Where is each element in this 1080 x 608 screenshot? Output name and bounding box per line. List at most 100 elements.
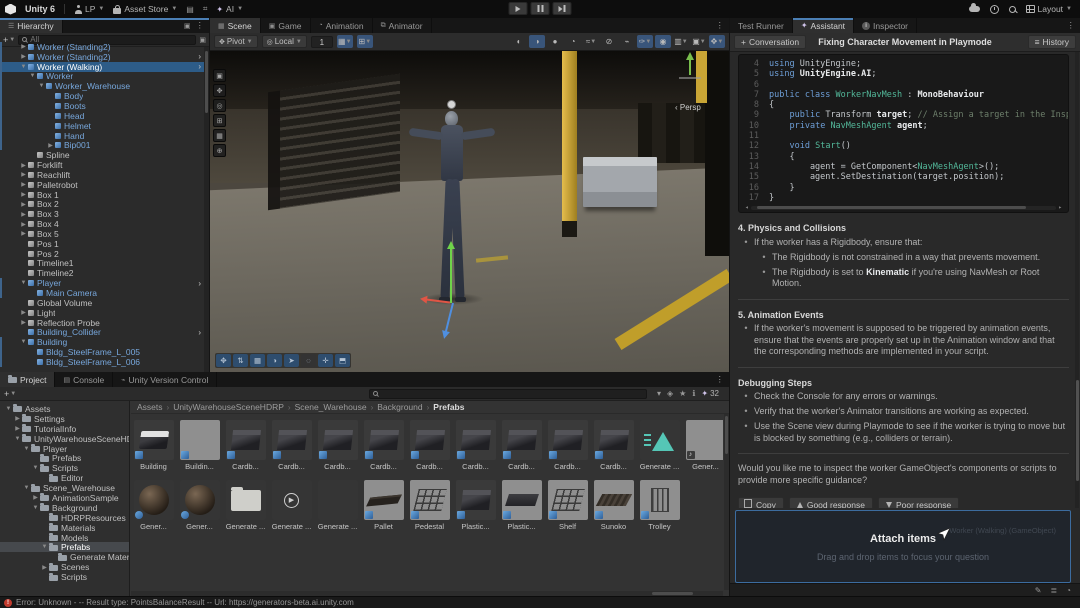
layout-menu[interactable]: Layout ▼ — [1026, 4, 1072, 14]
panel-menu-icon[interactable]: ⋮ — [1067, 20, 1076, 31]
gizmo-overlay-button[interactable]: ✛ — [318, 354, 333, 367]
hierarchy-item-global-volume[interactable]: Global Volume — [0, 298, 204, 308]
hierarchy-item-box-4[interactable]: ▶Box 4 — [0, 219, 204, 229]
hierarchy-item-timeline1[interactable]: Timeline1 — [0, 259, 204, 269]
expand-arrow[interactable]: ▶ — [19, 191, 28, 198]
tab-assistant[interactable]: ✦ Assistant — [793, 18, 854, 33]
asset-generate[interactable]: Generate ... — [637, 420, 682, 471]
hierarchy-item-spline[interactable]: Spline — [0, 150, 204, 160]
orientation-gizmo[interactable]: ‹ Persp — [675, 57, 715, 115]
move-tool-button[interactable]: ✥ — [213, 84, 226, 97]
project-searchbox[interactable] — [369, 389, 647, 399]
hierarchy-item-bldg-steelframe-l-005[interactable]: Bldg_SteelFrame_L_005 — [0, 347, 204, 357]
folder-player[interactable]: ▼Player — [0, 444, 129, 454]
expand-arrow[interactable]: ▶ — [19, 201, 28, 208]
refresh-icon[interactable]: ◔ — [1066, 586, 1071, 595]
tab-unity-version-control[interactable]: ⌁ Unity Version Control — [113, 372, 217, 387]
panel-menu-icon[interactable]: ⋮ — [716, 20, 725, 31]
hierarchy-item-worker-standing2[interactable]: ▶Worker (Standing2) — [0, 42, 204, 52]
brush-dropdown[interactable]: ✑▼ — [637, 35, 653, 48]
visibility-toggle[interactable]: ◉ — [655, 35, 671, 48]
filter-by-label-icon[interactable]: ◈ — [667, 389, 673, 398]
panel-menu-icon[interactable]: ⋮ — [196, 20, 205, 31]
hierarchy-item-bip001[interactable]: ▶Bip001 — [0, 140, 204, 150]
expand-arrow[interactable]: ▼ — [31, 465, 40, 471]
project-search-input[interactable] — [381, 389, 643, 398]
expand-arrow[interactable]: ▼ — [31, 505, 40, 511]
tab-animation[interactable]: ◔ Animation — [311, 18, 373, 33]
camera-dropdown[interactable]: ▣▼ — [691, 35, 707, 48]
scale-tool-button[interactable]: ⊞ — [213, 114, 226, 127]
asset-cardb[interactable]: Cardb... — [269, 420, 314, 471]
hierarchy-item-reachlift[interactable]: ▶Reachlift — [0, 170, 204, 180]
scrollbar-thumb[interactable] — [205, 51, 208, 113]
asset-cardb[interactable]: Cardb... — [361, 420, 406, 471]
expand-arrow[interactable]: ▼ — [22, 485, 31, 491]
code-hscrollbar[interactable]: ◂▸ — [745, 205, 1062, 210]
fog-dropdown[interactable]: ≈▼ — [583, 35, 599, 48]
expand-arrow[interactable]: ▶ — [19, 171, 28, 178]
asset-building[interactable]: Building — [131, 420, 176, 471]
expand-arrow[interactable]: ▶ — [19, 230, 28, 237]
grid-visibility-dropdown[interactable]: ▥▼ — [673, 35, 689, 48]
folder-background[interactable]: ▼Background — [0, 503, 129, 513]
grid-overlay-button[interactable]: ▦ — [250, 354, 265, 367]
scroll-left-arrow[interactable]: ◂ — [745, 203, 749, 213]
folder-models[interactable]: Models — [0, 533, 129, 543]
folder-scripts[interactable]: Scripts — [0, 572, 129, 582]
expand-arrow[interactable]: ▼ — [19, 280, 28, 286]
hierarchy-item-forklift[interactable]: ▶Forklift — [0, 160, 204, 170]
folder-materials[interactable]: Materials — [0, 523, 129, 533]
hierarchy-item-timeline2[interactable]: Timeline2 — [0, 268, 204, 278]
grid-snap-value[interactable]: 1 — [311, 36, 333, 48]
asset-generate[interactable]: ▶Generate ... — [269, 480, 314, 531]
hierarchy-item-box-1[interactable]: ▶Box 1 — [0, 190, 204, 200]
favorites-icon[interactable]: ★ — [679, 389, 686, 398]
hidden-info-icon[interactable]: ℹ — [692, 389, 695, 398]
poor-response-button[interactable]: Poor response — [878, 497, 959, 508]
unity-logo-icon[interactable] — [5, 4, 16, 15]
expand-arrow[interactable]: ▶ — [13, 415, 22, 422]
hierarchy-item-pos-1[interactable]: Pos 1 — [0, 239, 204, 249]
scroll-track[interactable] — [751, 206, 1057, 210]
status-bar[interactable]: ! Error: Unknown - -- Result type: Point… — [0, 596, 1080, 608]
worker-character[interactable] — [422, 100, 482, 315]
expand-arrow[interactable]: ▼ — [13, 436, 22, 442]
expand-arrow[interactable]: ▼ — [40, 544, 49, 550]
folder-animationsample[interactable]: ▶AnimationSample — [0, 493, 129, 503]
cloud-icon[interactable] — [969, 6, 980, 12]
scene-viewport[interactable]: ▣ ✥ ◎ ⊞ ▦ ⊕ ✥ ⇅ ▦ ◑ ➤ ◌ ✛ ⬒ ‹ Persp — [210, 51, 729, 372]
hierarchy-item-worker[interactable]: ▼Worker — [0, 72, 204, 82]
expand-arrow[interactable]: ▼ — [37, 83, 46, 89]
scrollbar-thumb[interactable] — [1076, 380, 1079, 480]
folder-scripts[interactable]: ▼Scripts — [0, 463, 129, 473]
asset-gener[interactable]: ♪Gener... — [683, 420, 723, 471]
view-tool-button[interactable]: ▣ — [213, 69, 226, 82]
asset-cardb[interactable]: Cardb... — [545, 420, 590, 471]
hierarchy-item-building[interactable]: ▼Building — [0, 337, 204, 347]
asset-plastic[interactable]: Plastic... — [499, 480, 544, 531]
translate-gizmo-y-axis[interactable] — [450, 248, 452, 303]
expand-arrow[interactable]: ▶ — [46, 142, 55, 149]
folder-scene-warehouse[interactable]: ▼Scene_Warehouse — [0, 483, 129, 493]
gizmos-dropdown[interactable]: ✥▼ — [709, 35, 725, 48]
folder-assets[interactable]: ▼Assets — [0, 404, 129, 414]
breadcrumb-assets[interactable]: Assets — [137, 402, 163, 412]
lighting-toggle[interactable]: ◑ — [529, 35, 545, 48]
expand-arrow[interactable]: ▶ — [19, 211, 28, 218]
create-asset-button[interactable]: +▼ — [4, 389, 16, 399]
menu-asset-store[interactable]: Asset Store ▼ — [113, 4, 177, 14]
asset-cardb[interactable]: Cardb... — [223, 420, 268, 471]
rotate-tool-button[interactable]: ◎ — [213, 99, 226, 112]
render-overlay-button[interactable]: ◑ — [267, 354, 282, 367]
expand-arrow[interactable]: ▶ — [19, 221, 28, 228]
asset-cardb[interactable]: Cardb... — [407, 420, 452, 471]
expand-arrow[interactable]: ▶ — [19, 181, 28, 188]
asset-gener[interactable]: Gener... — [177, 480, 222, 531]
tab-project[interactable]: Project — [0, 372, 55, 387]
folder-settings[interactable]: ▶Settings — [0, 414, 129, 424]
folder-editor[interactable]: Editor — [0, 473, 129, 483]
grid-scrollbar-vertical[interactable] — [724, 414, 729, 590]
tab-hierarchy[interactable]: ☰ Hierarchy — [0, 18, 63, 33]
hierarchy-item-head[interactable]: Head — [0, 111, 204, 121]
